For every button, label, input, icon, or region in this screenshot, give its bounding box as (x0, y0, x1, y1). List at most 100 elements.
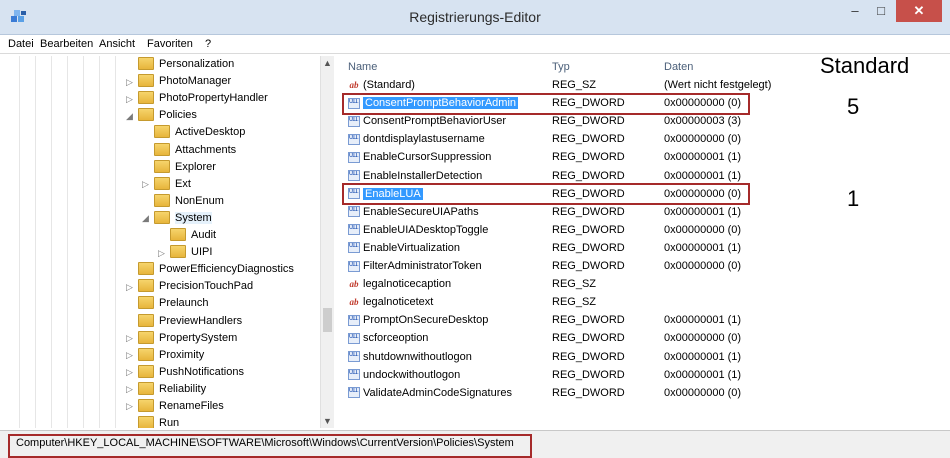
tree-item-audit[interactable]: Audit (158, 227, 216, 244)
menu-file[interactable]: Datei (8, 38, 34, 50)
folder-icon (154, 125, 170, 139)
collapsed-arrow-icon[interactable]: ▷ (126, 364, 138, 381)
value-name: PromptOnSecureDesktop (363, 314, 489, 327)
column-header-type[interactable]: Typ (552, 58, 570, 76)
value-row[interactable]: 011 110shutdownwithoutlogon REG_DWORD 0x00… (336, 349, 941, 366)
tree-item-label: Prelaunch (159, 297, 209, 310)
menu-view[interactable]: Ansicht (99, 38, 135, 50)
tree-item-prelaunch[interactable]: Prelaunch (126, 295, 209, 312)
expanded-arrow-icon[interactable]: ◢ (126, 108, 138, 125)
folder-icon (154, 159, 170, 173)
tree-scrollbar[interactable]: ▲ ▼ (320, 56, 334, 428)
tree-item-activedesktop[interactable]: ActiveDesktop (142, 124, 245, 141)
tree-item-explorer[interactable]: Explorer (142, 159, 216, 176)
scroll-down-icon[interactable]: ▼ (321, 416, 334, 428)
close-button[interactable]: ✕ (896, 0, 942, 22)
collapsed-arrow-icon[interactable]: ▷ (158, 245, 170, 262)
tree-item-photomanager[interactable]: ▷ PhotoManager (126, 73, 231, 90)
collapsed-arrow-icon[interactable]: ▷ (126, 91, 138, 108)
dword-value-icon: 011 110 (348, 151, 360, 163)
column-header-data[interactable]: Daten (664, 58, 693, 76)
value-row[interactable]: 011 110undockwithoutlogon REG_DWORD 0x0000… (336, 367, 941, 384)
tree-item-photopropertyhandler[interactable]: ▷ PhotoPropertyHandler (126, 90, 268, 107)
value-row[interactable]: ab legalnoticecaption REG_SZ (336, 276, 941, 293)
tree-item-previewhandlers[interactable]: PreviewHandlers (126, 313, 242, 330)
value-type: REG_DWORD (552, 332, 625, 345)
value-type: REG_DWORD (552, 350, 625, 363)
tree-item-pushnotifications[interactable]: ▷ PushNotifications (126, 364, 244, 381)
value-name-cell: 011 110EnableUIADesktopToggle (348, 222, 488, 239)
string-value-icon: ab (349, 79, 359, 90)
value-type: REG_DWORD (552, 386, 625, 399)
value-row[interactable]: 011 110FilterAdministratorToken REG_DWORD… (336, 258, 941, 275)
collapsed-arrow-icon[interactable]: ▷ (126, 279, 138, 296)
tree-item-propertysystem[interactable]: ▷ PropertySystem (126, 330, 237, 347)
tree-item-run[interactable]: Run (126, 415, 179, 428)
values-list[interactable]: Name Typ Daten ab (Standard) REG_SZ (Wert n… (336, 53, 941, 428)
tree-item-label: Policies (159, 109, 197, 122)
folder-icon (170, 245, 186, 259)
menu-favorites[interactable]: Favoriten (147, 38, 193, 50)
scroll-up-icon[interactable]: ▲ (321, 58, 334, 70)
collapsed-arrow-icon[interactable]: ▷ (126, 398, 138, 415)
value-row[interactable]: 011 110EnableCursorSuppression REG_DWORD 0… (336, 149, 941, 166)
value-row[interactable]: 011 110EnableUIADesktopToggle REG_DWORD 0x… (336, 222, 941, 239)
folder-icon (138, 347, 154, 361)
dword-value-icon: 011 110 (348, 170, 360, 182)
minimize-button[interactable]: – (842, 0, 868, 22)
tree-item-renamefiles[interactable]: ▷ RenameFiles (126, 398, 224, 415)
dword-value-icon: 011 110 (348, 206, 360, 218)
tree-item-label: ActiveDesktop (175, 126, 246, 139)
dword-value-icon: 011 110 (348, 115, 360, 127)
value-type: REG_DWORD (552, 205, 625, 218)
value-row[interactable]: 011 110scforceoption REG_DWORD 0x00000000 … (336, 330, 941, 347)
value-row[interactable]: ab (Standard) REG_SZ (Wert nicht festgelegt… (336, 77, 941, 94)
scroll-thumb[interactable] (323, 308, 332, 332)
key-tree[interactable]: Personalization ▷ PhotoManager ▷ PhotoProper… (8, 56, 334, 428)
tree-item-precisiontouchpad[interactable]: ▷ PrecisionTouchPad (126, 278, 253, 295)
menu-edit[interactable]: Bearbeiten (40, 38, 93, 50)
window-title: Registrierungs-Editor (409, 9, 541, 25)
value-data: 0x00000001 (1) (664, 205, 742, 218)
tree-item-attachments[interactable]: Attachments (142, 142, 236, 159)
value-name-cell: 011 110FilterAdministratorToken (348, 258, 482, 275)
tree-item-proximity[interactable]: ▷ Proximity (126, 347, 204, 364)
collapsed-arrow-icon[interactable]: ▷ (126, 74, 138, 91)
collapsed-arrow-icon[interactable]: ▷ (126, 330, 138, 347)
tree-item-label: PowerEfficiencyDiagnostics (159, 263, 294, 276)
collapsed-arrow-icon[interactable]: ▷ (126, 347, 138, 364)
folder-icon (138, 399, 154, 412)
value-data: 0x00000001 (1) (664, 169, 742, 182)
value-data: 0x00000003 (3) (664, 115, 742, 128)
tree-item-nonenum[interactable]: NonEnum (142, 193, 224, 210)
value-name: shutdownwithoutlogon (363, 350, 472, 363)
tree-item-personalization[interactable]: Personalization (126, 56, 234, 73)
value-row[interactable]: 011 110EnableInstallerDetection REG_DWORD… (336, 168, 941, 185)
value-name-cell: 011 110dontdisplaylastusername (348, 131, 485, 148)
folder-icon (138, 74, 154, 88)
tree-item-label: RenameFiles (159, 400, 224, 412)
value-type: REG_DWORD (552, 151, 625, 164)
value-row[interactable]: 011 110dontdisplaylastusername REG_DWORD 0… (336, 131, 941, 148)
string-value-icon: ab (349, 296, 359, 307)
column-header-name[interactable]: Name (348, 58, 377, 76)
tree-item-ext[interactable]: ▷ Ext (142, 176, 191, 193)
value-row[interactable]: 011 110EnableVirtualization REG_DWORD 0x00… (336, 240, 941, 257)
tree-item-policies[interactable]: ◢ Policies (126, 107, 197, 124)
collapsed-arrow-icon[interactable]: ▷ (142, 176, 154, 193)
tree-item-label: PrecisionTouchPad (159, 280, 254, 293)
value-row[interactable]: 011 110ValidateAdminCodeSignatures REG_DW… (336, 385, 941, 402)
value-row[interactable]: 011 110PromptOnSecureDesktop REG_DWORD 0x0… (336, 312, 941, 329)
value-data: 0x00000000 (0) (664, 223, 742, 236)
tree-item-powerefficiencydiagnostics[interactable]: PowerEfficiencyDiagnostics (126, 261, 294, 278)
value-data: 0x00000000 (0) (664, 386, 742, 399)
tree-item-uipi[interactable]: ▷ UIPI (158, 244, 212, 261)
collapsed-arrow-icon[interactable]: ▷ (126, 381, 138, 398)
menu-help[interactable]: ? (205, 38, 211, 50)
expanded-arrow-icon[interactable]: ◢ (142, 210, 154, 227)
tree-item-reliability[interactable]: ▷ Reliability (126, 381, 206, 398)
maximize-button[interactable]: □ (868, 0, 894, 22)
tree-item-system[interactable]: ◢ System (142, 210, 212, 227)
value-type: REG_DWORD (552, 133, 625, 146)
value-row[interactable]: ab legalnoticetext REG_SZ (336, 294, 941, 311)
